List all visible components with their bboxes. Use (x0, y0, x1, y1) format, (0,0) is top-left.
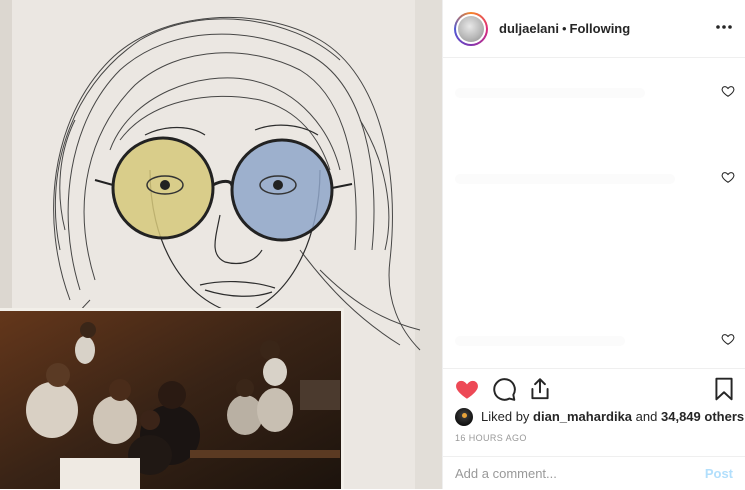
following-button[interactable]: Following (570, 21, 631, 36)
likes-conjunction: and (635, 409, 658, 424)
comment-text-placeholder (455, 88, 645, 98)
comment-item (455, 330, 735, 352)
likes-prefix: Liked by (481, 409, 530, 424)
heart-outline-icon[interactable] (721, 332, 735, 346)
post-header: duljaelani • Following (443, 0, 745, 58)
liker-username-link[interactable]: dian_mahardika (533, 409, 632, 424)
post-actions: Liked by dian_mahardika and 34,849 other… (443, 368, 745, 469)
avatar[interactable] (454, 12, 488, 46)
comment-item (455, 82, 735, 104)
comment-text-placeholder (455, 174, 675, 184)
comment-input[interactable] (455, 466, 685, 481)
more-options-icon[interactable] (715, 17, 733, 35)
username-link[interactable]: duljaelani (499, 21, 559, 36)
likes-text: Liked by dian_mahardika and 34,849 other… (481, 409, 744, 424)
post-image[interactable] (0, 0, 442, 489)
comment-item (455, 168, 735, 190)
likes-count-link[interactable]: 34,849 others (661, 409, 744, 424)
bookmark-icon[interactable] (711, 376, 737, 402)
post-sidebar: duljaelani • Following Liked by dian_mah… (443, 0, 745, 489)
comment-icon[interactable] (491, 376, 517, 402)
add-comment-bar: Post (443, 456, 745, 490)
heart-filled-icon[interactable] (454, 376, 480, 402)
liker-avatar[interactable] (455, 408, 473, 426)
separator-dot: • (561, 21, 567, 36)
inset-photo (0, 308, 344, 489)
post-timestamp[interactable]: 16 HOURS AGO (455, 433, 527, 443)
header-text: duljaelani • Following (499, 21, 630, 37)
comment-text-placeholder (455, 336, 625, 346)
post-image-artwork (0, 0, 442, 489)
heart-outline-icon[interactable] (721, 84, 735, 98)
comments-list (443, 58, 745, 368)
heart-outline-icon[interactable] (721, 170, 735, 184)
share-icon[interactable] (527, 376, 553, 402)
post-comment-button[interactable]: Post (705, 466, 733, 481)
